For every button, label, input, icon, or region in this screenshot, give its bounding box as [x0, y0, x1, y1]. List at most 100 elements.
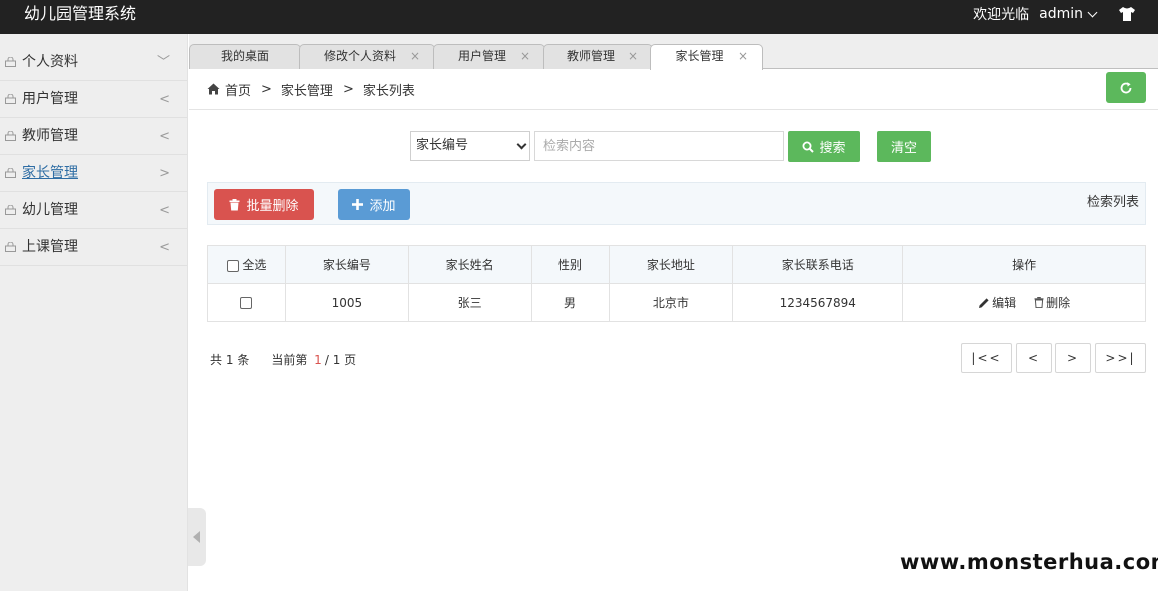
delete-link[interactable]: 删除 [1034, 294, 1070, 311]
tab-label: 我的桌面 [220, 49, 269, 63]
tab-teachers[interactable]: 教师管理 × [543, 44, 653, 69]
delete-label: 删除 [1046, 296, 1071, 310]
cell-phone: 1234567894 [732, 283, 904, 322]
refresh-icon [1120, 81, 1132, 93]
cell-actions: 编辑 删除 [902, 283, 1146, 322]
total-prefix: 共 [210, 353, 223, 367]
welcome-text: 欢迎光临 [973, 7, 1030, 23]
select-all-label: 全选 [242, 258, 267, 272]
sidebar-item-classes[interactable]: 上课管理 < [0, 229, 187, 266]
chevron-left-icon: < [159, 240, 170, 255]
list-title: 检索列表 [1086, 195, 1139, 210]
sidebar-item-profile[interactable]: 个人资料 ﹀ [0, 44, 187, 81]
select-all-header: 全选 [207, 245, 286, 284]
parents-table: 全选 家长编号 家长姓名 性别 家长地址 家长联系电话 操作 1005 张三 男… [207, 245, 1146, 322]
watermark: www.monsterhua.com [900, 550, 1158, 574]
clear-button-label: 清空 [890, 141, 917, 156]
cell-parent-name: 张三 [407, 283, 532, 322]
close-icon[interactable]: × [520, 45, 530, 68]
page-separator: / [324, 352, 329, 367]
plus-icon [352, 199, 364, 210]
search-input[interactable] [534, 131, 784, 161]
current-page: 1 [314, 352, 322, 367]
home-icon [207, 83, 220, 95]
row-select-cell [207, 283, 286, 322]
sidebar-item-label: 教师管理 [22, 128, 78, 144]
chevron-left-icon: < [159, 203, 170, 218]
user-name: admin [1039, 6, 1083, 22]
table-header-row: 全选 家长编号 家长姓名 性别 家长地址 家长联系电话 操作 [207, 245, 1146, 284]
add-button[interactable]: 添加 [338, 189, 410, 220]
sidebar-item-users[interactable]: 用户管理 < [0, 81, 187, 118]
tab-desktop[interactable]: 我的桌面 [189, 44, 301, 69]
lock-icon [5, 205, 16, 215]
user-menu[interactable]: admin [1039, 6, 1098, 22]
column-header-address: 家长地址 [608, 245, 734, 284]
pages-suffix: 页 [344, 353, 357, 367]
list-toolbar: 批量删除 添加 检索列表 [207, 182, 1146, 225]
chevron-down-icon [516, 139, 527, 150]
lock-icon [5, 131, 16, 141]
chevron-right-icon: > [159, 166, 170, 181]
breadcrumb-parent-list: 家长列表 [362, 83, 415, 99]
sidebar-item-label: 个人资料 [22, 54, 78, 70]
clear-button[interactable]: 清空 [877, 131, 931, 162]
sidebar-item-label: 用户管理 [22, 91, 78, 107]
first-page-button[interactable]: |<< [961, 343, 1012, 373]
lock-icon [5, 168, 16, 178]
last-page-button[interactable]: >>| [1095, 343, 1146, 373]
edit-link[interactable]: 编辑 [978, 294, 1016, 311]
breadcrumb-parents[interactable]: 家长管理 [281, 80, 333, 99]
search-field-select[interactable]: 家长编号 [410, 131, 530, 161]
sidebar-item-teachers[interactable]: 教师管理 < [0, 118, 187, 155]
column-header-actions: 操作 [902, 245, 1146, 284]
edit-label: 编辑 [992, 296, 1017, 310]
close-icon[interactable]: × [628, 45, 638, 68]
cell-address: 北京市 [608, 283, 734, 322]
chevron-left-icon: < [159, 92, 170, 107]
chevron-down-icon: ﹀ [156, 55, 170, 70]
lock-icon [5, 57, 16, 67]
row-checkbox[interactable] [240, 297, 253, 309]
tab-users[interactable]: 用户管理 × [433, 44, 545, 69]
batch-delete-label: 批量删除 [246, 199, 299, 214]
next-page-button[interactable]: > [1055, 343, 1091, 373]
sidebar-menu: 个人资料 ﹀ 用户管理 < 教师管理 < 家长管理 > 幼儿管理 < 上课管理 … [0, 44, 187, 266]
table-row: 1005 张三 男 北京市 1234567894 编辑 删除 [207, 283, 1146, 322]
column-header-phone: 家长联系电话 [732, 245, 904, 284]
sidebar-item-children[interactable]: 幼儿管理 < [0, 192, 187, 229]
sidebar-collapse-handle[interactable] [188, 508, 206, 566]
breadcrumb-separator: > [342, 81, 354, 97]
header-user-area: 欢迎光临 admin [973, 4, 1136, 24]
chevron-down-icon [1087, 7, 1098, 17]
shirt-icon[interactable] [1118, 6, 1136, 22]
header-divider [189, 109, 1158, 110]
breadcrumb-home[interactable]: 首页 [225, 80, 251, 99]
tab-parents[interactable]: 家长管理 × [650, 44, 763, 70]
lock-icon [5, 94, 16, 104]
select-all-checkbox[interactable] [226, 259, 239, 272]
column-header-parent-name: 家长姓名 [407, 245, 532, 284]
column-header-gender: 性别 [530, 245, 610, 284]
close-icon[interactable]: × [410, 45, 420, 68]
sidebar-item-parents[interactable]: 家长管理 > [0, 155, 187, 192]
trash-icon [1034, 297, 1044, 308]
search-button[interactable]: 搜索 [788, 131, 860, 162]
add-button-label: 添加 [369, 199, 396, 214]
close-icon[interactable]: × [738, 45, 748, 68]
pagination-info: 共 1 条 当前第 1 / 1 页 [210, 351, 356, 368]
breadcrumb-separator: > [261, 81, 272, 97]
total-pages: 1 [332, 352, 341, 367]
current-prefix: 当前第 [271, 353, 308, 367]
cell-parent-id: 1005 [284, 283, 409, 322]
tab-edit-profile[interactable]: 修改个人资料 × [299, 44, 435, 69]
batch-delete-button[interactable]: 批量删除 [214, 189, 314, 220]
search-button-label: 搜索 [819, 141, 846, 156]
sidebar-item-label: 上课管理 [22, 239, 78, 255]
prev-page-button[interactable]: < [1016, 343, 1052, 373]
breadcrumb: 首页 > 家长管理 > 家长列表 [207, 79, 415, 99]
refresh-button[interactable] [1106, 72, 1146, 103]
search-field-value: 家长编号 [416, 138, 469, 153]
triangle-left-icon [193, 531, 200, 543]
lock-icon [5, 242, 16, 252]
